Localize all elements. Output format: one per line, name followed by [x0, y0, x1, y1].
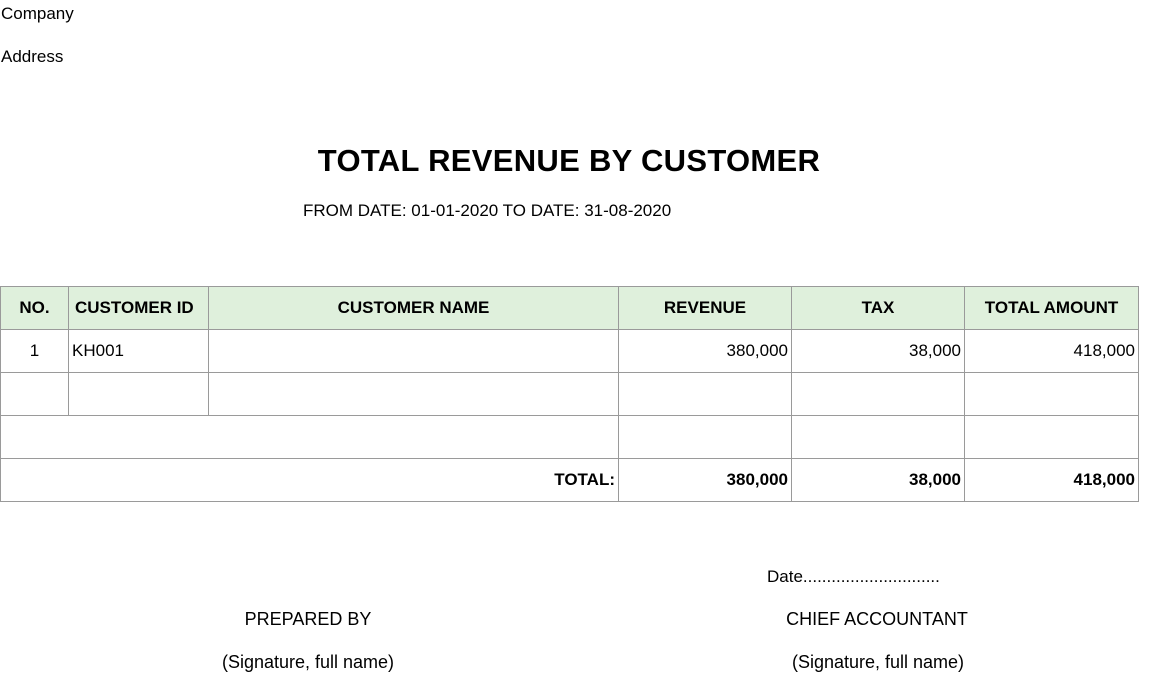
total-amount: 418,000 [964, 458, 1139, 502]
blank-cell [791, 415, 965, 459]
signature-date-line: Date............................. [767, 567, 940, 586]
column-header-customer-name: CUSTOMER NAME [208, 286, 619, 330]
blank-cell-merged [0, 415, 619, 459]
address-label: Address [1, 47, 64, 66]
cell-no [0, 372, 69, 416]
prepared-by-signature: (Signature, full name) [221, 652, 395, 672]
cell-customer-id [68, 372, 209, 416]
cell-revenue: 380,000 [618, 329, 792, 373]
table-row [0, 372, 1139, 416]
cell-tax: 38,000 [791, 329, 965, 373]
chief-accountant-label: CHIEF ACCOUNTANT [786, 609, 968, 629]
column-header-revenue: REVENUE [618, 286, 792, 330]
report-title: TOTAL REVENUE BY CUSTOMER [317, 143, 821, 178]
cell-no: 1 [0, 329, 69, 373]
blank-cell [964, 415, 1139, 459]
total-row: TOTAL: 380,000 38,000 418,000 [0, 458, 1139, 502]
company-label: Company [1, 4, 74, 23]
cell-customer-name [208, 329, 619, 373]
revenue-table: NO. CUSTOMER ID CUSTOMER NAME REVENUE TA… [0, 286, 1139, 502]
column-header-total-amount: TOTAL AMOUNT [964, 286, 1139, 330]
total-tax: 38,000 [791, 458, 965, 502]
revenue-report-page: Company Address TOTAL REVENUE BY CUSTOME… [0, 0, 1170, 688]
column-header-customer-id: CUSTOMER ID [68, 286, 209, 330]
cell-total-amount [964, 372, 1139, 416]
cell-revenue [618, 372, 792, 416]
prepared-by-label: PREPARED BY [244, 609, 372, 629]
cell-customer-name [208, 372, 619, 416]
table-row: 1 KH001 380,000 38,000 418,000 [0, 329, 1139, 373]
chief-accountant-signature: (Signature, full name) [791, 652, 965, 672]
cell-total-amount: 418,000 [964, 329, 1139, 373]
total-label: TOTAL: [0, 458, 619, 502]
report-date-range: FROM DATE: 01-01-2020 TO DATE: 31-08-202… [303, 201, 672, 220]
column-header-tax: TAX [791, 286, 965, 330]
blank-cell [618, 415, 792, 459]
cell-customer-id: KH001 [68, 329, 209, 373]
total-revenue: 380,000 [618, 458, 792, 502]
table-header-row: NO. CUSTOMER ID CUSTOMER NAME REVENUE TA… [0, 286, 1139, 330]
table-row-blank [0, 415, 1139, 459]
column-header-no: NO. [0, 286, 69, 330]
cell-tax [791, 372, 965, 416]
